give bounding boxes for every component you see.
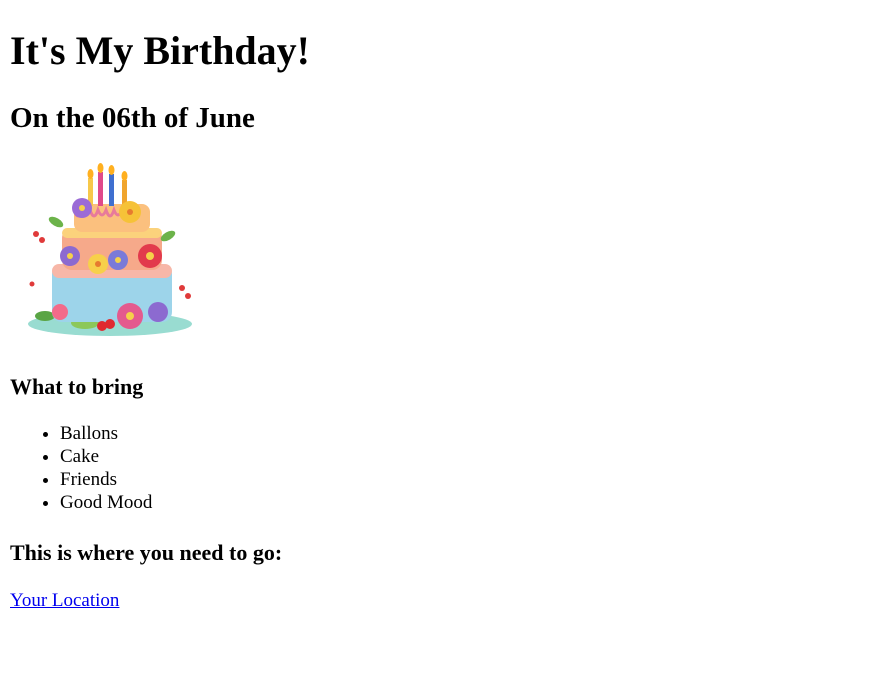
date-subtitle: On the 06th of June <box>10 102 255 134</box>
location-link[interactable]: Your Location <box>10 589 119 612</box>
list-item: Cake <box>60 445 152 468</box>
bring-heading: What to bring <box>10 374 144 399</box>
list-item: Ballons <box>60 422 152 445</box>
list-item: Good Mood <box>60 491 152 514</box>
directions-heading: This is where you need to go: <box>10 540 283 565</box>
bring-list: Ballons Cake Friends Good Mood <box>10 422 152 514</box>
page-title: It's My Birthday! <box>10 28 310 73</box>
birthday-cake-image <box>28 163 192 336</box>
list-item: Friends <box>60 468 152 491</box>
